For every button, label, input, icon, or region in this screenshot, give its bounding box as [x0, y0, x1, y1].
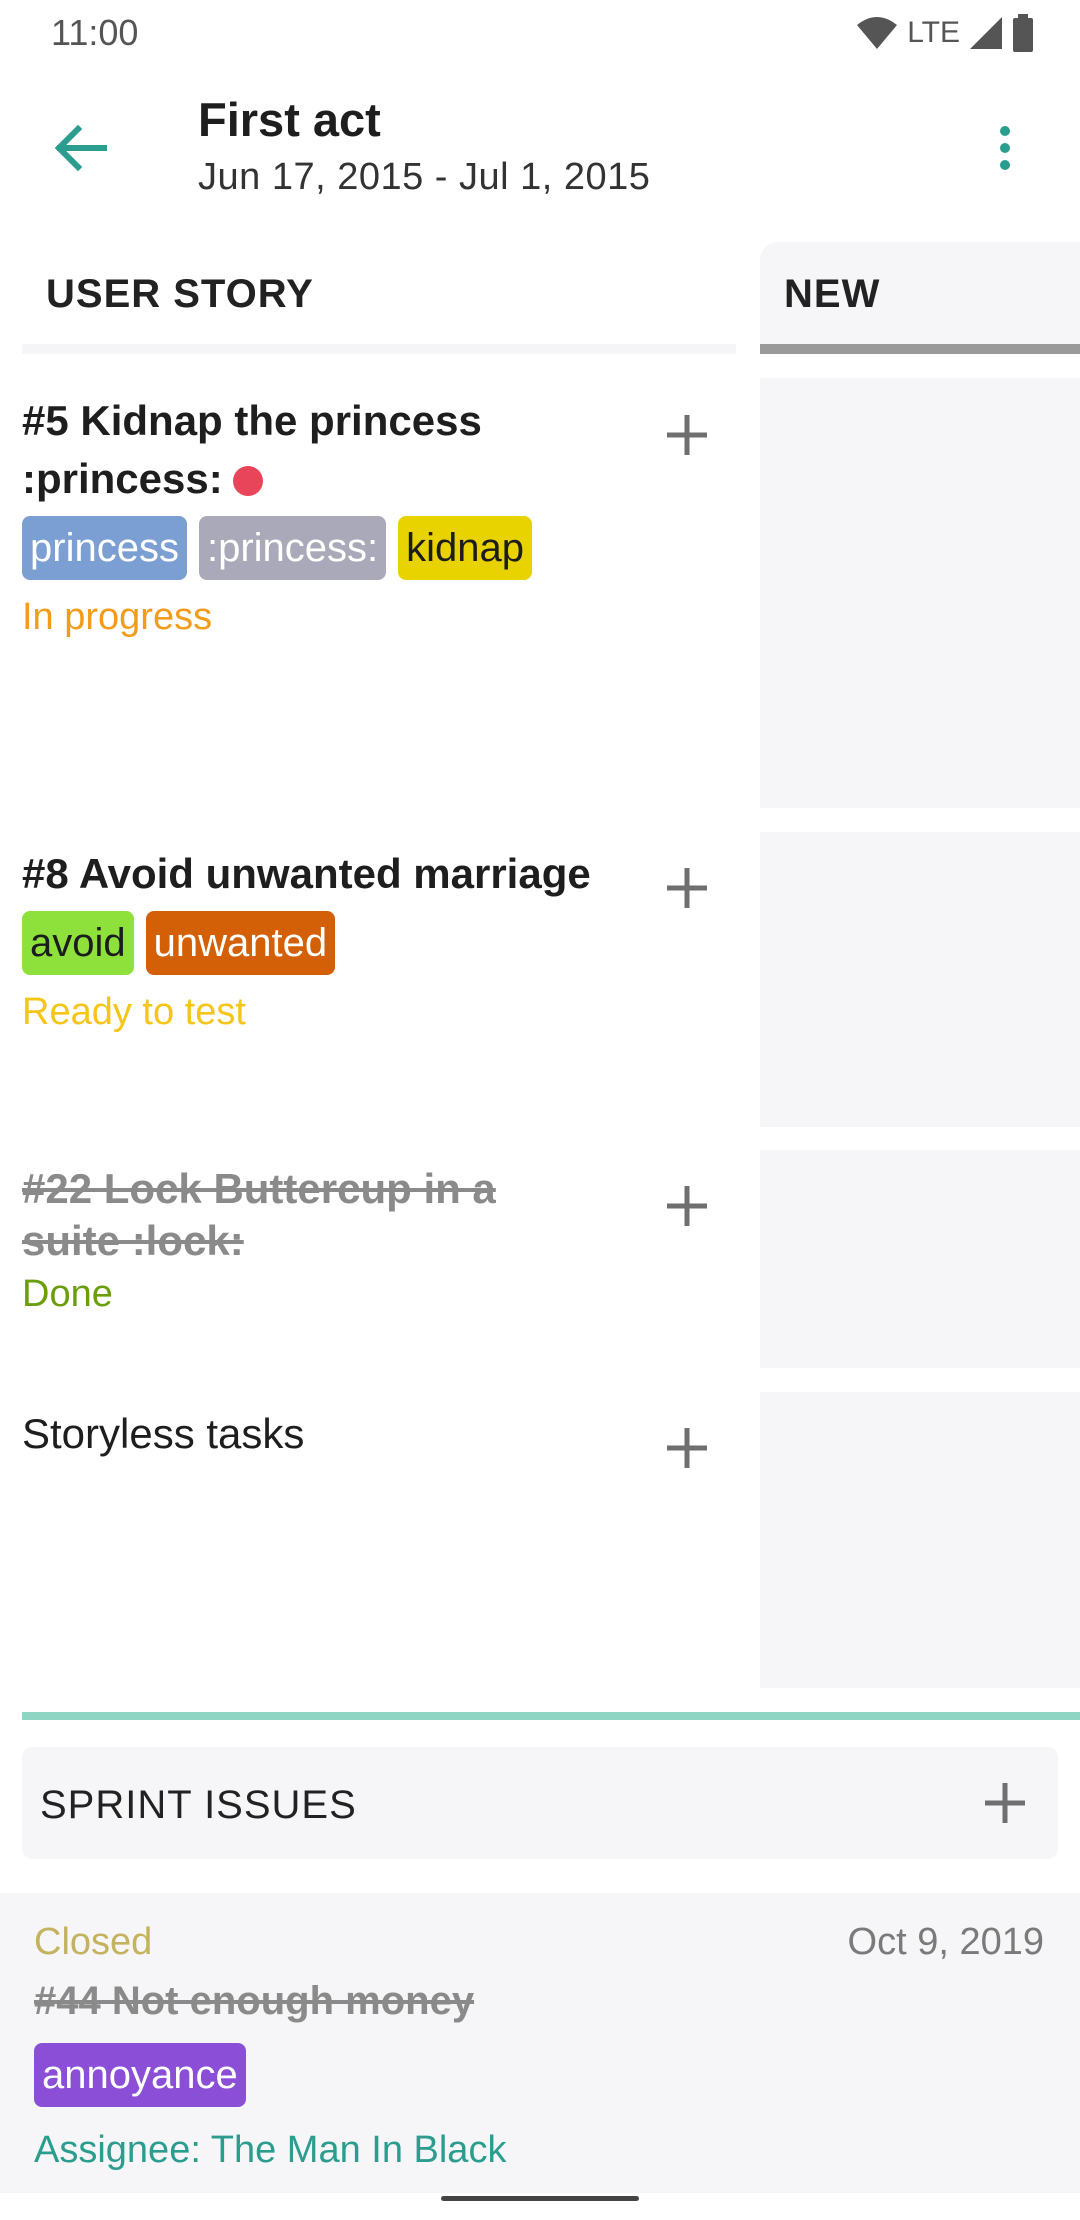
issue-date: Oct 9, 2019	[847, 1921, 1044, 1963]
add-task-button[interactable]	[652, 400, 722, 470]
toolbar: First act Jun 17, 2015 - Jul 1, 2015	[0, 68, 1080, 238]
section-divider	[22, 1712, 1080, 1720]
page-title: First act	[198, 93, 381, 146]
home-indicator[interactable]	[441, 2196, 639, 2201]
issue-title: #44 Not enough money	[34, 1979, 475, 2023]
sprint-dates: Jun 17, 2015 - Jul 1, 2015	[198, 156, 651, 198]
column-header-user-story: USER STORY	[22, 242, 736, 354]
plus-icon	[667, 415, 707, 455]
back-button[interactable]	[40, 108, 120, 188]
add-task-button[interactable]	[652, 853, 722, 923]
issue-assignee: Assignee: The Man In Black	[34, 2129, 507, 2171]
add-task-button[interactable]	[652, 1171, 722, 1241]
sprint-issues-title: SPRINT ISSUES	[40, 1783, 357, 1827]
story-title[interactable]: #5 Kidnap the princess :princess:	[22, 392, 632, 508]
story-row[interactable]: #8 Avoid unwanted marriage avoid unwante…	[22, 845, 722, 1034]
network-type: LTE	[907, 16, 960, 49]
more-vert-icon	[1000, 126, 1010, 170]
status-icons: LTE	[855, 14, 1034, 52]
story-status: Ready to test	[22, 991, 246, 1033]
tag-list: princess :princess: kidnap	[22, 516, 722, 580]
tag: annoyance	[34, 2043, 246, 2107]
story-status: Done	[22, 1273, 113, 1315]
battery-icon	[1013, 14, 1033, 52]
status-time: 11:00	[51, 12, 139, 53]
story-row[interactable]: #5 Kidnap the princess :princess: prince…	[22, 392, 722, 639]
story-title[interactable]: #8 Avoid unwanted marriage	[22, 845, 662, 903]
new-column-cell[interactable]	[760, 1150, 1080, 1368]
column-underline	[22, 344, 736, 354]
tag: :princess:	[198, 516, 387, 580]
storyless-title: Storyless tasks	[22, 1410, 305, 1457]
story-status: In progress	[22, 596, 213, 638]
add-task-button[interactable]	[652, 1413, 722, 1483]
new-column-cell[interactable]	[760, 832, 1080, 1127]
signal-icon	[970, 17, 1002, 49]
add-issue-button[interactable]	[970, 1768, 1040, 1838]
issue-card[interactable]: Closed Oct 9, 2019 #44 Not enough money …	[0, 1893, 1080, 2193]
storyless-row[interactable]: Storyless tasks	[22, 1405, 722, 1468]
new-column-cell[interactable]	[760, 378, 1080, 808]
plus-icon	[667, 1428, 707, 1468]
plus-icon	[667, 868, 707, 908]
tag: unwanted	[145, 911, 336, 975]
tag: avoid	[22, 911, 134, 975]
tag: kidnap	[398, 516, 532, 580]
issue-status: Closed	[34, 1921, 153, 1963]
blocked-indicator-icon	[232, 466, 263, 496]
column-underline	[760, 344, 1080, 354]
tag: princess	[22, 516, 187, 580]
story-title[interactable]: #22 Lock Buttercup in a suite :lock:	[22, 1163, 582, 1267]
column-title: NEW	[784, 272, 881, 316]
overflow-menu-button[interactable]	[970, 108, 1040, 188]
column-header-new[interactable]: NEW	[760, 242, 1080, 354]
new-column-cell[interactable]	[760, 1392, 1080, 1688]
story-row[interactable]: #22 Lock Buttercup in a suite :lock: Don…	[22, 1163, 722, 1316]
tag-list: avoid unwanted	[22, 911, 722, 975]
sprint-issues-header: SPRINT ISSUES	[22, 1747, 1058, 1859]
wifi-icon	[857, 17, 898, 49]
status-bar: 11:00 LTE	[0, 0, 1080, 68]
plus-icon	[985, 1783, 1025, 1823]
column-title: USER STORY	[46, 272, 314, 316]
arrow-left-icon	[54, 124, 107, 172]
plus-icon	[667, 1186, 707, 1226]
